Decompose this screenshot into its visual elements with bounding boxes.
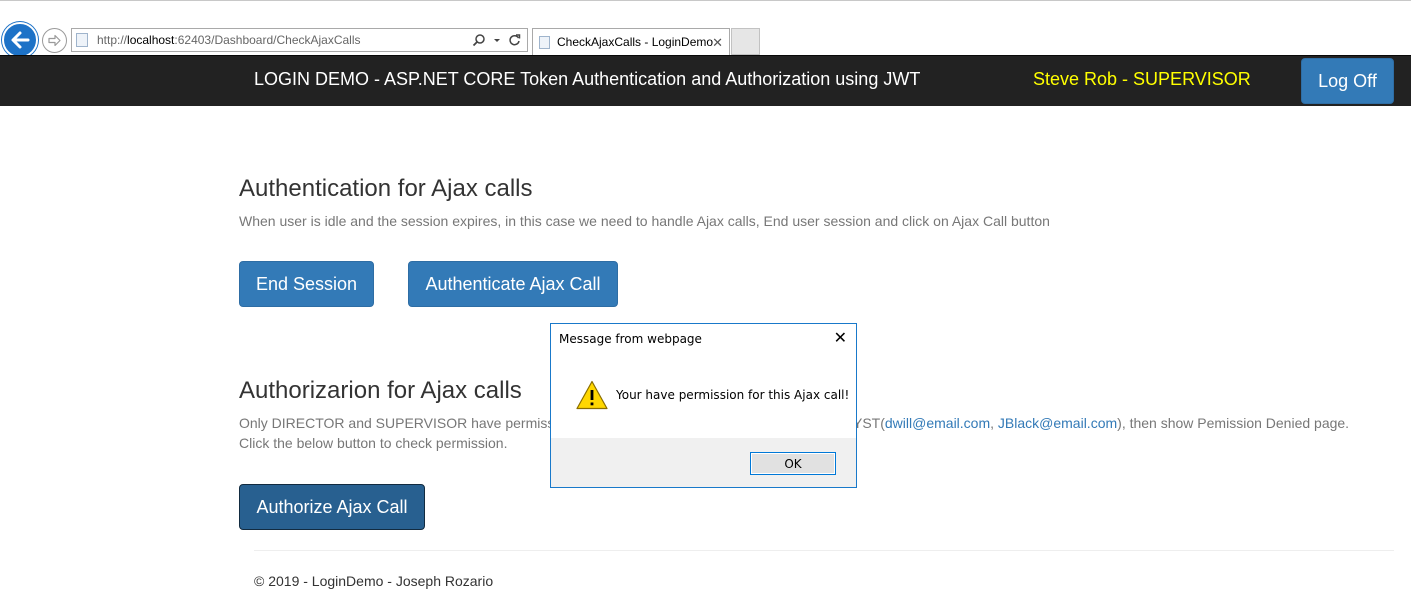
- tab-page-icon: [539, 35, 550, 49]
- warning-icon: [576, 380, 608, 410]
- authorization-heading: Authorizarion for Ajax calls: [239, 377, 522, 404]
- url-prefix: http://: [97, 33, 128, 47]
- tab-checkajaxcalls[interactable]: CheckAjaxCalls - LoginDemo ✕: [532, 28, 730, 55]
- end-session-button[interactable]: End Session: [239, 261, 374, 307]
- navbar-brand[interactable]: LOGIN DEMO - ASP.NET CORE Token Authenti…: [254, 69, 920, 90]
- current-user: Steve Rob - SUPERVISOR: [1033, 69, 1251, 89]
- authorization-desc-end: ), then show Pemission Denied page.: [1117, 415, 1350, 431]
- dropdown-icon[interactable]: [493, 33, 501, 47]
- footer-divider: [254, 550, 1394, 551]
- dialog-close-icon[interactable]: ✕: [834, 328, 847, 347]
- new-tab-button[interactable]: [731, 28, 760, 55]
- authentication-heading: Authentication for Ajax calls: [239, 175, 533, 202]
- search-icon[interactable]: [472, 33, 486, 47]
- forward-arrow-icon: [48, 34, 61, 47]
- authorization-description-line2: Click the below button to check permissi…: [239, 435, 508, 451]
- authenticate-ajax-call-button[interactable]: Authenticate Ajax Call: [408, 261, 618, 307]
- dialog-button-area: OK: [551, 438, 856, 487]
- authorization-description-start: Only DIRECTOR and SUPERVISOR have permis…: [239, 415, 555, 431]
- authorization-desc-comma: ,: [990, 415, 998, 431]
- log-off-button[interactable]: Log Off: [1301, 58, 1394, 104]
- tab-close-icon[interactable]: ✕: [712, 35, 723, 51]
- tab-title: CheckAjaxCalls - LoginDemo: [557, 35, 714, 49]
- email-link-dwill[interactable]: dwill@email.com: [885, 415, 990, 431]
- refresh-icon[interactable]: [508, 33, 521, 47]
- dialog-message: Your have permission for this Ajax call!: [616, 388, 850, 402]
- authentication-description: When user is idle and the session expire…: [239, 213, 1050, 229]
- message-dialog: Message from webpage ✕ Your have permiss…: [550, 323, 857, 488]
- authorization-description-rest: YST(dwill@email.com, JBlack@email.com), …: [853, 413, 1349, 433]
- ok-button[interactable]: OK: [750, 452, 836, 475]
- address-bar[interactable]: http://localhost:62403/Dashboard/CheckAj…: [71, 28, 528, 52]
- dialog-title: Message from webpage: [559, 332, 702, 346]
- address-tools: [472, 33, 521, 47]
- authorize-ajax-call-button[interactable]: Authorize Ajax Call: [239, 484, 425, 530]
- back-button[interactable]: [2, 22, 38, 58]
- email-link-jblack[interactable]: JBlack@email.com: [998, 415, 1117, 431]
- forward-button[interactable]: [42, 28, 67, 53]
- authorization-desc-mid: YST(: [853, 415, 885, 431]
- site-navbar: LOGIN DEMO - ASP.NET CORE Token Authenti…: [0, 55, 1411, 106]
- browser-toolbar: http://localhost:62403/Dashboard/CheckAj…: [0, 0, 1411, 58]
- url-host: localhost: [127, 33, 175, 47]
- url-rest: :62403/Dashboard/CheckAjaxCalls: [174, 33, 361, 47]
- footer-text: © 2019 - LoginDemo - Joseph Rozario: [254, 573, 494, 589]
- page-icon: [76, 33, 88, 47]
- back-arrow-icon: [11, 31, 30, 49]
